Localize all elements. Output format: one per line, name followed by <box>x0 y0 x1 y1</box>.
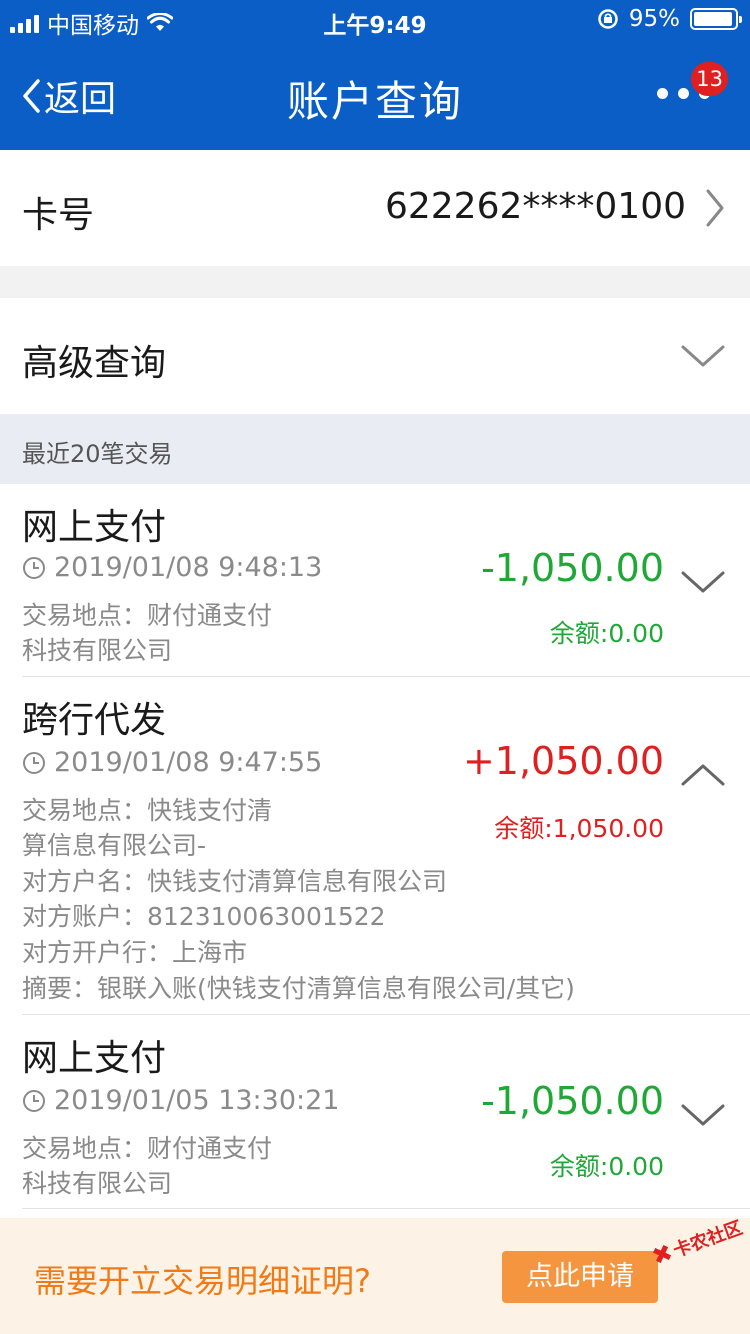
certificate-prompt: 需要开立交易明细证明? <box>34 1262 371 1300</box>
transaction-detail-line: 算信息有限公司- <box>22 831 207 860</box>
transaction-datetime: 2019/01/05 13:30:21 <box>54 1085 340 1116</box>
transaction-balance: 余额:0.00 <box>549 1152 664 1181</box>
transaction-detail-line: 科技有限公司 <box>22 636 173 665</box>
transaction-balance: 余额:1,050.00 <box>494 814 664 843</box>
transaction-name: 网上支付 <box>22 507 167 548</box>
chevron-down-icon <box>681 345 725 367</box>
chevron-up-icon[interactable] <box>680 763 726 787</box>
clock-icon <box>23 751 45 774</box>
transaction-amount: -1,050.00 <box>481 546 664 590</box>
divider <box>22 1208 750 1209</box>
advanced-query-label: 高级查询 <box>22 343 167 384</box>
card-number: 622262****0100 <box>384 186 686 227</box>
nav-bar: 返回 账户查询 13 <box>0 40 750 150</box>
section-title: 最近20笔交易 <box>22 440 173 468</box>
section-header: 最近20笔交易 <box>0 414 750 484</box>
chevron-down-icon[interactable] <box>680 570 726 594</box>
card-label: 卡号 <box>22 195 95 236</box>
battery-percent: 95% <box>628 6 680 32</box>
more-dot-icon <box>678 88 689 99</box>
transaction-detail-line: 科技有限公司 <box>22 1169 173 1198</box>
transaction-name: 网上支付 <box>22 1038 167 1079</box>
more-dot-icon <box>657 88 668 99</box>
transaction-detail-line: 交易地点：财付通支付 <box>22 601 273 630</box>
transaction-detail-line: 对方账户：812310063001522 <box>22 902 386 931</box>
chevron-right-icon <box>706 189 724 227</box>
battery-icon <box>690 8 742 30</box>
transaction-amount: -1,050.00 <box>481 1079 664 1123</box>
transaction-detail-line: 对方户名：快钱支付清算信息有限公司 <box>22 867 448 896</box>
transaction-detail-line: 交易地点：财付通支付 <box>22 1134 273 1163</box>
clock-icon <box>23 556 45 579</box>
apply-button[interactable]: 点此申请 <box>502 1251 658 1303</box>
top-header: 中国移动 上午9:49 95% 返回 账户查询 13 <box>0 0 750 150</box>
watermark-text: 卡农社区 <box>670 1217 746 1262</box>
card-number-row[interactable]: 卡号 622262****0100 <box>0 150 750 266</box>
notification-badge: 13 <box>691 62 728 96</box>
transaction-detail-line: 交易地点：快钱支付清 <box>22 796 273 825</box>
transaction-item[interactable]: 网上支付 2019/01/05 13:30:21 交易地点：财付通支付 科技有限… <box>0 1015 750 1218</box>
transaction-detail-line: 摘要：银联入账(快钱支付清算信息有限公司/其它) <box>22 974 575 1003</box>
transaction-item[interactable]: 网上支付 2019/01/08 9:48:13 交易地点：财付通支付 科技有限公… <box>0 484 750 677</box>
transaction-detail-line: 对方开户行：上海市 <box>22 938 248 967</box>
clock-icon <box>23 1089 45 1112</box>
transaction-item[interactable]: 跨行代发 2019/01/08 9:47:55 交易地点：快钱支付清 算信息有限… <box>0 677 750 1015</box>
watermark-logo: ✖ 卡农社区 <box>648 1213 746 1271</box>
transaction-balance: 余额:0.00 <box>549 619 664 648</box>
transaction-datetime: 2019/01/08 9:47:55 <box>54 747 323 778</box>
chevron-down-icon[interactable] <box>680 1103 726 1127</box>
transaction-name: 跨行代发 <box>22 700 167 741</box>
orientation-lock-icon <box>598 9 618 29</box>
transaction-datetime: 2019/01/08 9:48:13 <box>54 552 323 583</box>
status-bar: 中国移动 上午9:49 95% <box>0 0 750 40</box>
page-title: 账户查询 <box>286 77 463 126</box>
transaction-amount: +1,050.00 <box>462 739 664 783</box>
certificate-banner: 需要开立交易明细证明? 点此申请 ✖ 卡农社区 <box>0 1217 750 1334</box>
advanced-query-row[interactable]: 高级查询 <box>0 298 750 414</box>
